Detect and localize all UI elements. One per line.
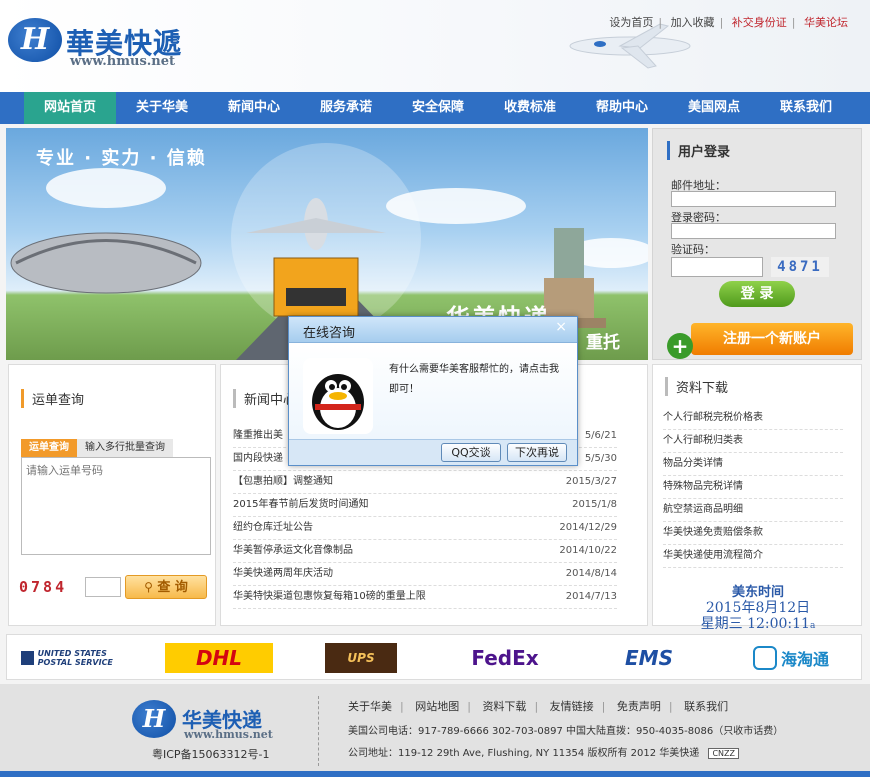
footer-link-disclaimer[interactable]: 免责声明	[617, 700, 661, 713]
close-icon[interactable]: ×	[555, 319, 567, 335]
captcha-field[interactable]	[671, 257, 763, 277]
dialog-title: 在线咨询	[303, 326, 356, 341]
password-field[interactable]	[671, 223, 836, 239]
query-button-label: 查 询	[157, 580, 188, 595]
ems-logo[interactable]: EMS	[603, 643, 695, 673]
footer-link-about[interactable]: 关于华美	[348, 700, 392, 713]
clock-time: 星期三 12:00:11a	[700, 616, 816, 632]
footer-link-contact[interactable]: 联系我们	[684, 700, 728, 713]
top-link-favorite[interactable]: 加入收藏	[671, 16, 715, 29]
downloads-panel: 资料下载 个人行邮税完税价格表 个人行邮税归类表 物品分类详情 特殊物品完税详情…	[652, 364, 862, 632]
dialog-header: 在线咨询 ×	[289, 317, 577, 343]
nav-item-home[interactable]: 网站首页	[24, 92, 116, 124]
nav-item-contact[interactable]: 联系我们	[760, 92, 852, 124]
query-button[interactable]: ⚲ 查 询	[125, 575, 207, 599]
download-item[interactable]: 华美快递使用流程简介	[663, 545, 843, 568]
footer-logo-url: www.hmus.net	[184, 728, 273, 741]
login-title: 用户登录	[667, 141, 730, 160]
nav-item-about[interactable]: 关于华美	[116, 92, 208, 124]
footer-bottom-bar	[0, 771, 870, 777]
news-item[interactable]: 纽约仓库迁址公告 2014/12/29	[233, 517, 617, 540]
nav-item-pricing[interactable]: 收费标准	[484, 92, 576, 124]
partner-logos: UNITED STATES POSTAL SERVICE DHL UPS Fed…	[6, 634, 862, 680]
footer-logo-icon: H	[132, 700, 176, 738]
register-button[interactable]: 注册一个新账户	[691, 323, 853, 355]
download-item[interactable]: 个人行邮税归类表	[663, 430, 843, 453]
downloads-title: 资料下载	[665, 377, 728, 396]
news-item[interactable]: 2015年春节前后发货时间通知 2015/1/8	[233, 494, 617, 517]
news-item[interactable]: 华美暂停承运文化音像制品 2014/10/22	[233, 540, 617, 563]
cnzz-badge[interactable]: CNZZ	[708, 748, 739, 759]
qq-penguin-icon	[303, 358, 373, 434]
dhl-logo[interactable]: DHL	[165, 643, 273, 673]
tracking-tabs: 运单查询 输入多行批量查询	[21, 439, 173, 457]
dialog-body: 有什么需要华美客服帮忙的，请点击我即可！	[289, 344, 577, 440]
logo-url: www.hmus.net	[70, 54, 176, 69]
nav-item-security[interactable]: 安全保障	[392, 92, 484, 124]
logo-icon[interactable]: H	[8, 18, 62, 62]
main-nav: 网站首页 关于华美 新闻中心 服务承诺 安全保障 收费标准 帮助中心 美国网点 …	[0, 92, 870, 124]
tracking-captcha-image[interactable]: 0784	[19, 577, 81, 597]
tracking-captcha-field[interactable]	[85, 577, 121, 597]
download-item[interactable]: 华美快递免责赔偿条款	[663, 522, 843, 545]
tracking-number-input[interactable]	[21, 457, 211, 555]
fedex-logo[interactable]: FedEx	[465, 643, 545, 673]
footer-link-friends[interactable]: 友情链接	[550, 700, 594, 713]
captcha-label: 验证码：	[671, 243, 715, 256]
footer-link-downloads[interactable]: 资料下载	[482, 700, 526, 713]
download-item[interactable]: 物品分类详情	[663, 453, 843, 476]
download-item[interactable]: 特殊物品完税详情	[663, 476, 843, 499]
news-item[interactable]: 华美特快渠道包惠恢复每箱10磅的重量上限 2014/7/13	[233, 586, 617, 609]
search-icon: ⚲	[144, 580, 153, 594]
footer-address: 公司地址：119-12 29th Ave, Flushing, NY 11354…	[348, 744, 739, 759]
footer-divider	[318, 696, 319, 766]
download-item[interactable]: 个人行邮税完税价格表	[663, 407, 843, 430]
site-header: H 華美快遞 www.hmus.net 设为首页 | 加入收藏 | 补交身份证 | 华…	[0, 0, 870, 92]
icp-number[interactable]: 粤ICP备15063312号-1	[152, 746, 270, 762]
qq-chat-button[interactable]: QQ交谈	[441, 443, 501, 462]
ups-logo[interactable]: UPS	[325, 643, 397, 673]
haitaotong-icon	[752, 646, 777, 670]
dialog-footer: QQ交谈 下次再说	[289, 439, 577, 465]
top-links: 设为首页 | 加入收藏 | 补交身份证 | 华美论坛	[609, 16, 848, 29]
download-item[interactable]: 航空禁运商品明细	[663, 499, 843, 522]
nav-item-news[interactable]: 新闻中心	[208, 92, 300, 124]
news-item[interactable]: 华美快递两周年庆活动 2014/8/14	[233, 563, 617, 586]
haitaotong-logo[interactable]: 海淘通	[735, 643, 847, 673]
later-button[interactable]: 下次再说	[507, 443, 567, 462]
tab-batch-query[interactable]: 输入多行批量查询	[77, 439, 173, 457]
site-footer: H 华美快递 www.hmus.net 粤ICP备15063312号-1 关于华…	[0, 684, 870, 777]
banner-brand-tail: 重托	[586, 333, 620, 353]
news-title: 新闻中心	[233, 389, 296, 408]
tracking-panel: 运单查询 运单查询 输入多行批量查询 0784 ⚲ 查 询	[8, 364, 216, 626]
nav-item-help[interactable]: 帮助中心	[576, 92, 668, 124]
nav-item-service[interactable]: 服务承诺	[300, 92, 392, 124]
login-button[interactable]: 登 录	[719, 281, 795, 307]
captcha-image[interactable]: 4871	[771, 257, 829, 277]
usps-logo[interactable]: UNITED STATES POSTAL SERVICE	[21, 643, 131, 673]
footer-links: 关于华美 | 网站地图 | 资料下载 | 友情链接 | 免责声明 | 联系我们	[348, 700, 729, 713]
dialog-message: 有什么需要华美客服帮忙的，请点击我即可！	[389, 364, 559, 395]
footer-phone: 美国公司电话：917-789-6666 302-703-0897 中国大陆直拨：…	[348, 726, 784, 737]
email-field[interactable]	[671, 191, 836, 207]
banner-slogan: 专业 · 实力 · 信赖	[36, 148, 207, 169]
top-link-id-card[interactable]: 补交身份证	[732, 16, 787, 29]
tab-tracking[interactable]: 运单查询	[21, 439, 77, 457]
top-link-homepage[interactable]: 设为首页	[609, 16, 653, 29]
tracking-title: 运单查询	[21, 389, 84, 408]
online-consult-dialog: 在线咨询 × 有什么需要华美客服帮忙的，请点击我即可！ QQ交谈 下次再说	[288, 316, 578, 466]
top-link-forum[interactable]: 华美论坛	[804, 16, 848, 29]
eagle-icon	[21, 651, 34, 665]
footer-link-sitemap[interactable]: 网站地图	[415, 700, 459, 713]
login-box: 用户登录 邮件地址： 登录密码： 验证码： 4871 登 录 注册一个新账户 +	[652, 128, 862, 360]
nav-item-us-branches[interactable]: 美国网点	[668, 92, 760, 124]
plus-icon: +	[667, 333, 693, 359]
news-item[interactable]: 【包惠拍顺】调整通知 2015/3/27	[233, 471, 617, 494]
